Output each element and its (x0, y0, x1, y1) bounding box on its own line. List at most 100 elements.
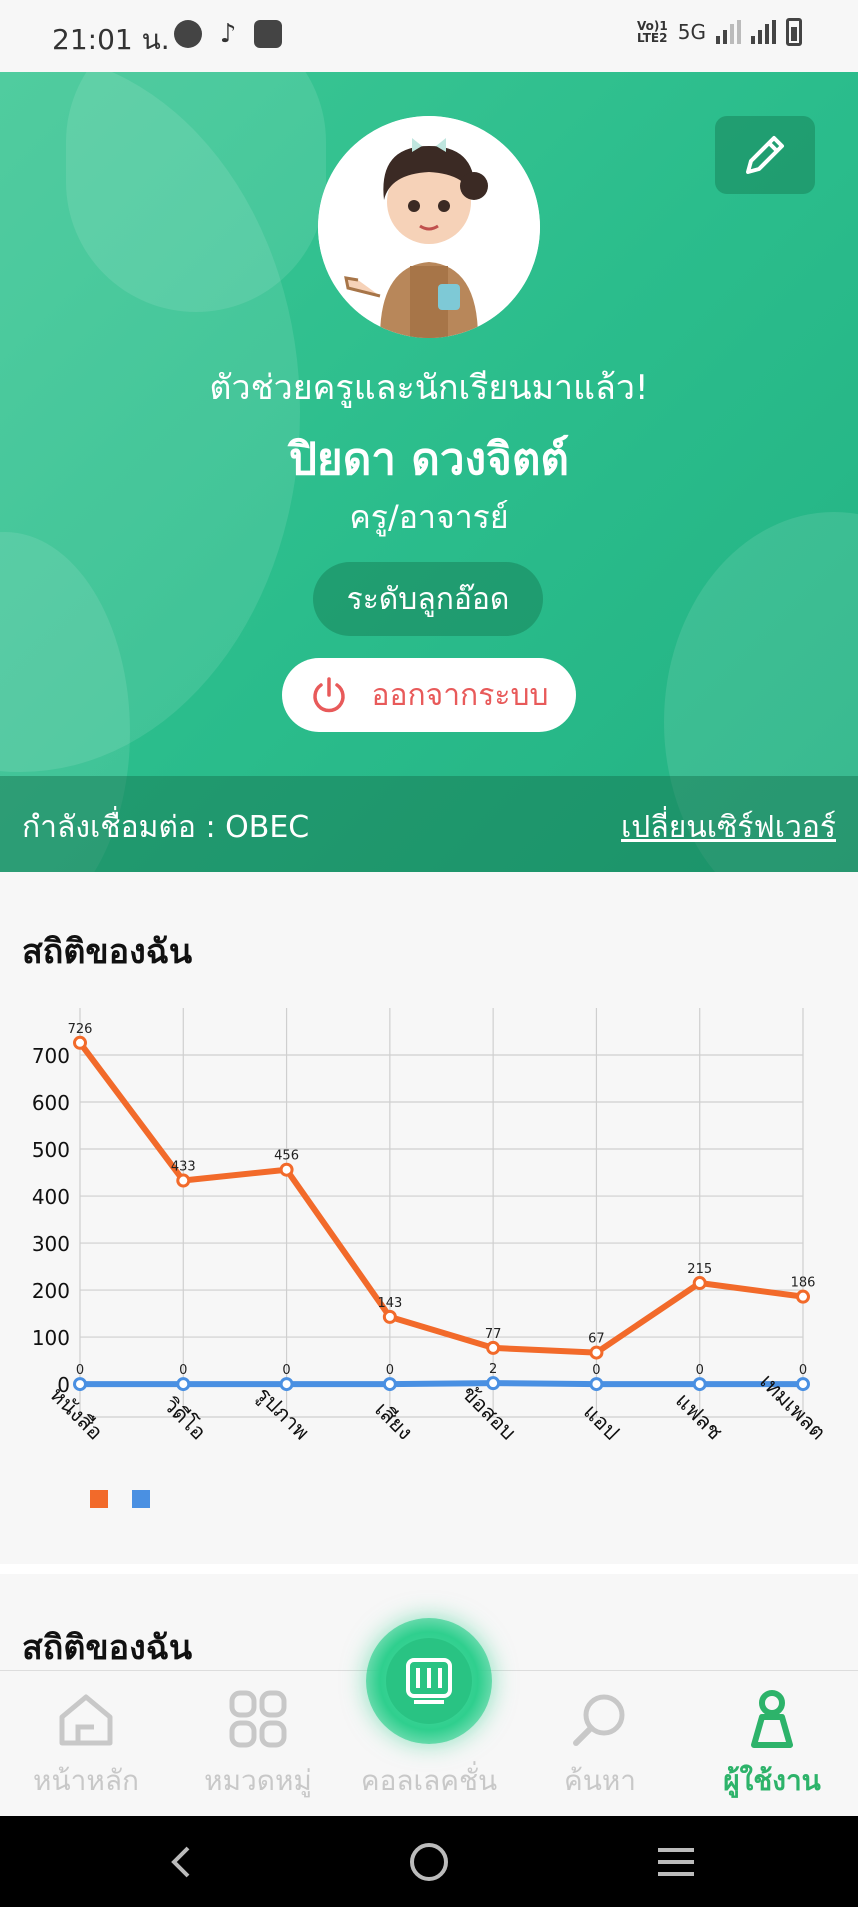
data-point (692, 1276, 707, 1291)
stats-title-2: สถิติของฉัน (22, 1628, 193, 1668)
teacher-cartoon-image (318, 116, 540, 338)
data-label: 215 (687, 1262, 712, 1277)
x-tick-label: ข้อสอบ (457, 1381, 520, 1444)
x-tick-label: เสียง (370, 1397, 417, 1444)
y-tick-label: 300 (32, 1232, 70, 1256)
y-tick-label: 100 (32, 1326, 70, 1350)
data-label: 433 (171, 1160, 196, 1175)
data-point (486, 1340, 501, 1355)
data-label: 67 (588, 1332, 605, 1347)
battery-icon (786, 18, 802, 46)
y-tick-label: 600 (32, 1091, 70, 1115)
data-point (73, 1377, 87, 1392)
user-icon (740, 1687, 804, 1751)
y-tick-label: 500 (32, 1138, 70, 1162)
nav-home[interactable]: หน้าหลัก (0, 1671, 172, 1817)
data-point (796, 1289, 810, 1304)
nav-label: คอลเลคชั่น (360, 1764, 498, 1797)
x-tick-label: แอป (579, 1400, 624, 1445)
data-label: 456 (274, 1149, 299, 1164)
data-label: 0 (282, 1363, 290, 1378)
data-label: 186 (791, 1276, 816, 1291)
category-icon (226, 1687, 290, 1751)
nav-user[interactable]: ผู้ใช้งาน (686, 1671, 858, 1817)
back-button[interactable] (122, 1816, 242, 1907)
logout-label: ออกจากระบบ (371, 677, 549, 713)
recent-apps-button[interactable] (616, 1816, 736, 1907)
user-role: ครู/อาจารย์ (349, 498, 509, 536)
home-system-button[interactable] (369, 1816, 489, 1907)
data-point (589, 1377, 604, 1392)
nav-label: ผู้ใช้งาน (723, 1764, 821, 1797)
data-point (589, 1345, 604, 1360)
data-label: 0 (696, 1363, 704, 1378)
logout-button[interactable]: ออกจากระบบ (282, 658, 576, 732)
volte-indicator: Vo)1 LTE2 (637, 19, 668, 45)
collection-fab-button[interactable] (386, 1638, 472, 1724)
data-label: 0 (592, 1363, 600, 1378)
data-label: 0 (76, 1363, 84, 1378)
y-tick-label: 200 (32, 1279, 70, 1303)
nav-label: หมวดหมู่ (204, 1764, 312, 1797)
network-type: 5G (677, 20, 706, 44)
nav-label: หน้าหลัก (33, 1764, 139, 1797)
y-tick-label: 400 (32, 1185, 70, 1209)
nav-search[interactable]: ค้นหา (514, 1671, 686, 1817)
series-line (77, 1039, 806, 1356)
tiktok-icon: ♪ (219, 19, 237, 49)
power-icon (313, 677, 346, 713)
server-status: กำลังเชื่อมต่อ : OBEC (22, 810, 310, 845)
data-point (796, 1377, 810, 1392)
legend-swatch (90, 1490, 108, 1508)
data-point (279, 1162, 294, 1177)
screen: 21:01 น. ♪ Vo)1 LTE2 5G ตัวช่วยครูและนัก… (0, 0, 858, 1907)
data-point (73, 1035, 87, 1050)
data-label: 143 (377, 1296, 402, 1311)
level-badge: ระดับลูกอ๊อด (313, 562, 543, 636)
data-point (279, 1377, 294, 1392)
x-tick-label: วิดีโอ (159, 1393, 211, 1445)
x-tick-label: หนังสือ (45, 1382, 107, 1444)
data-point (382, 1377, 397, 1392)
y-tick-label: 700 (32, 1044, 70, 1068)
profile-header: ตัวช่วยครูและนักเรียนมาแล้ว! ปิยดา ดวงจิ… (0, 72, 858, 872)
tagline: ตัวช่วยครูและนักเรียนมาแล้ว! (209, 368, 649, 408)
stats-section: สถิติของฉัน 0 100 200 300 400 500 600 700 หนังส… (0, 872, 858, 1564)
change-server-link[interactable]: เปลี่ยนเซิร์ฟเวอร์ (621, 804, 836, 851)
data-label: 2 (489, 1362, 497, 1377)
data-label: 0 (179, 1363, 187, 1378)
data-point (176, 1173, 191, 1188)
data-point (692, 1377, 707, 1392)
nav-category[interactable]: หมวดหมู่ (172, 1671, 344, 1817)
home-icon (54, 1687, 118, 1751)
system-navigation-bar (0, 1816, 858, 1907)
back-icon (171, 1846, 190, 1877)
avatar (318, 116, 540, 338)
home-circle-icon (410, 1842, 448, 1881)
data-label: 0 (386, 1363, 394, 1378)
data-label: 726 (68, 1022, 93, 1037)
section-divider (0, 1564, 858, 1574)
data-label: 0 (799, 1363, 807, 1378)
status-system-icons: Vo)1 LTE2 5G (637, 18, 802, 46)
speed-icon (174, 20, 202, 48)
x-tick-label: รูปภาพ (251, 1382, 314, 1445)
x-tick-label: เทมเพลต (755, 1369, 830, 1444)
data-point (486, 1376, 501, 1391)
data-point (176, 1377, 191, 1392)
nav-label: ค้นหา (563, 1764, 637, 1797)
data-label: 77 (485, 1327, 502, 1342)
pencil-icon (746, 136, 784, 174)
data-point (382, 1309, 397, 1324)
status-notification-icons: ♪ (174, 20, 282, 48)
edit-profile-button[interactable] (715, 116, 815, 194)
search-icon (568, 1687, 632, 1751)
menu-icon (658, 1847, 694, 1876)
stats-line-chart: 0100200300400500600700 หนังสือ วิดีโอ รูปภ… (32, 1008, 830, 1508)
signal-icon (716, 20, 741, 44)
legend-swatch (132, 1490, 150, 1508)
status-time: 21:01 น. (52, 23, 170, 56)
server-bar: กำลังเชื่อมต่อ : OBEC เปลี่ยนเซิร์ฟเวอร์ (0, 776, 858, 872)
status-bar: 21:01 น. ♪ Vo)1 LTE2 5G (0, 0, 858, 72)
shopping-bag-icon (254, 20, 282, 48)
